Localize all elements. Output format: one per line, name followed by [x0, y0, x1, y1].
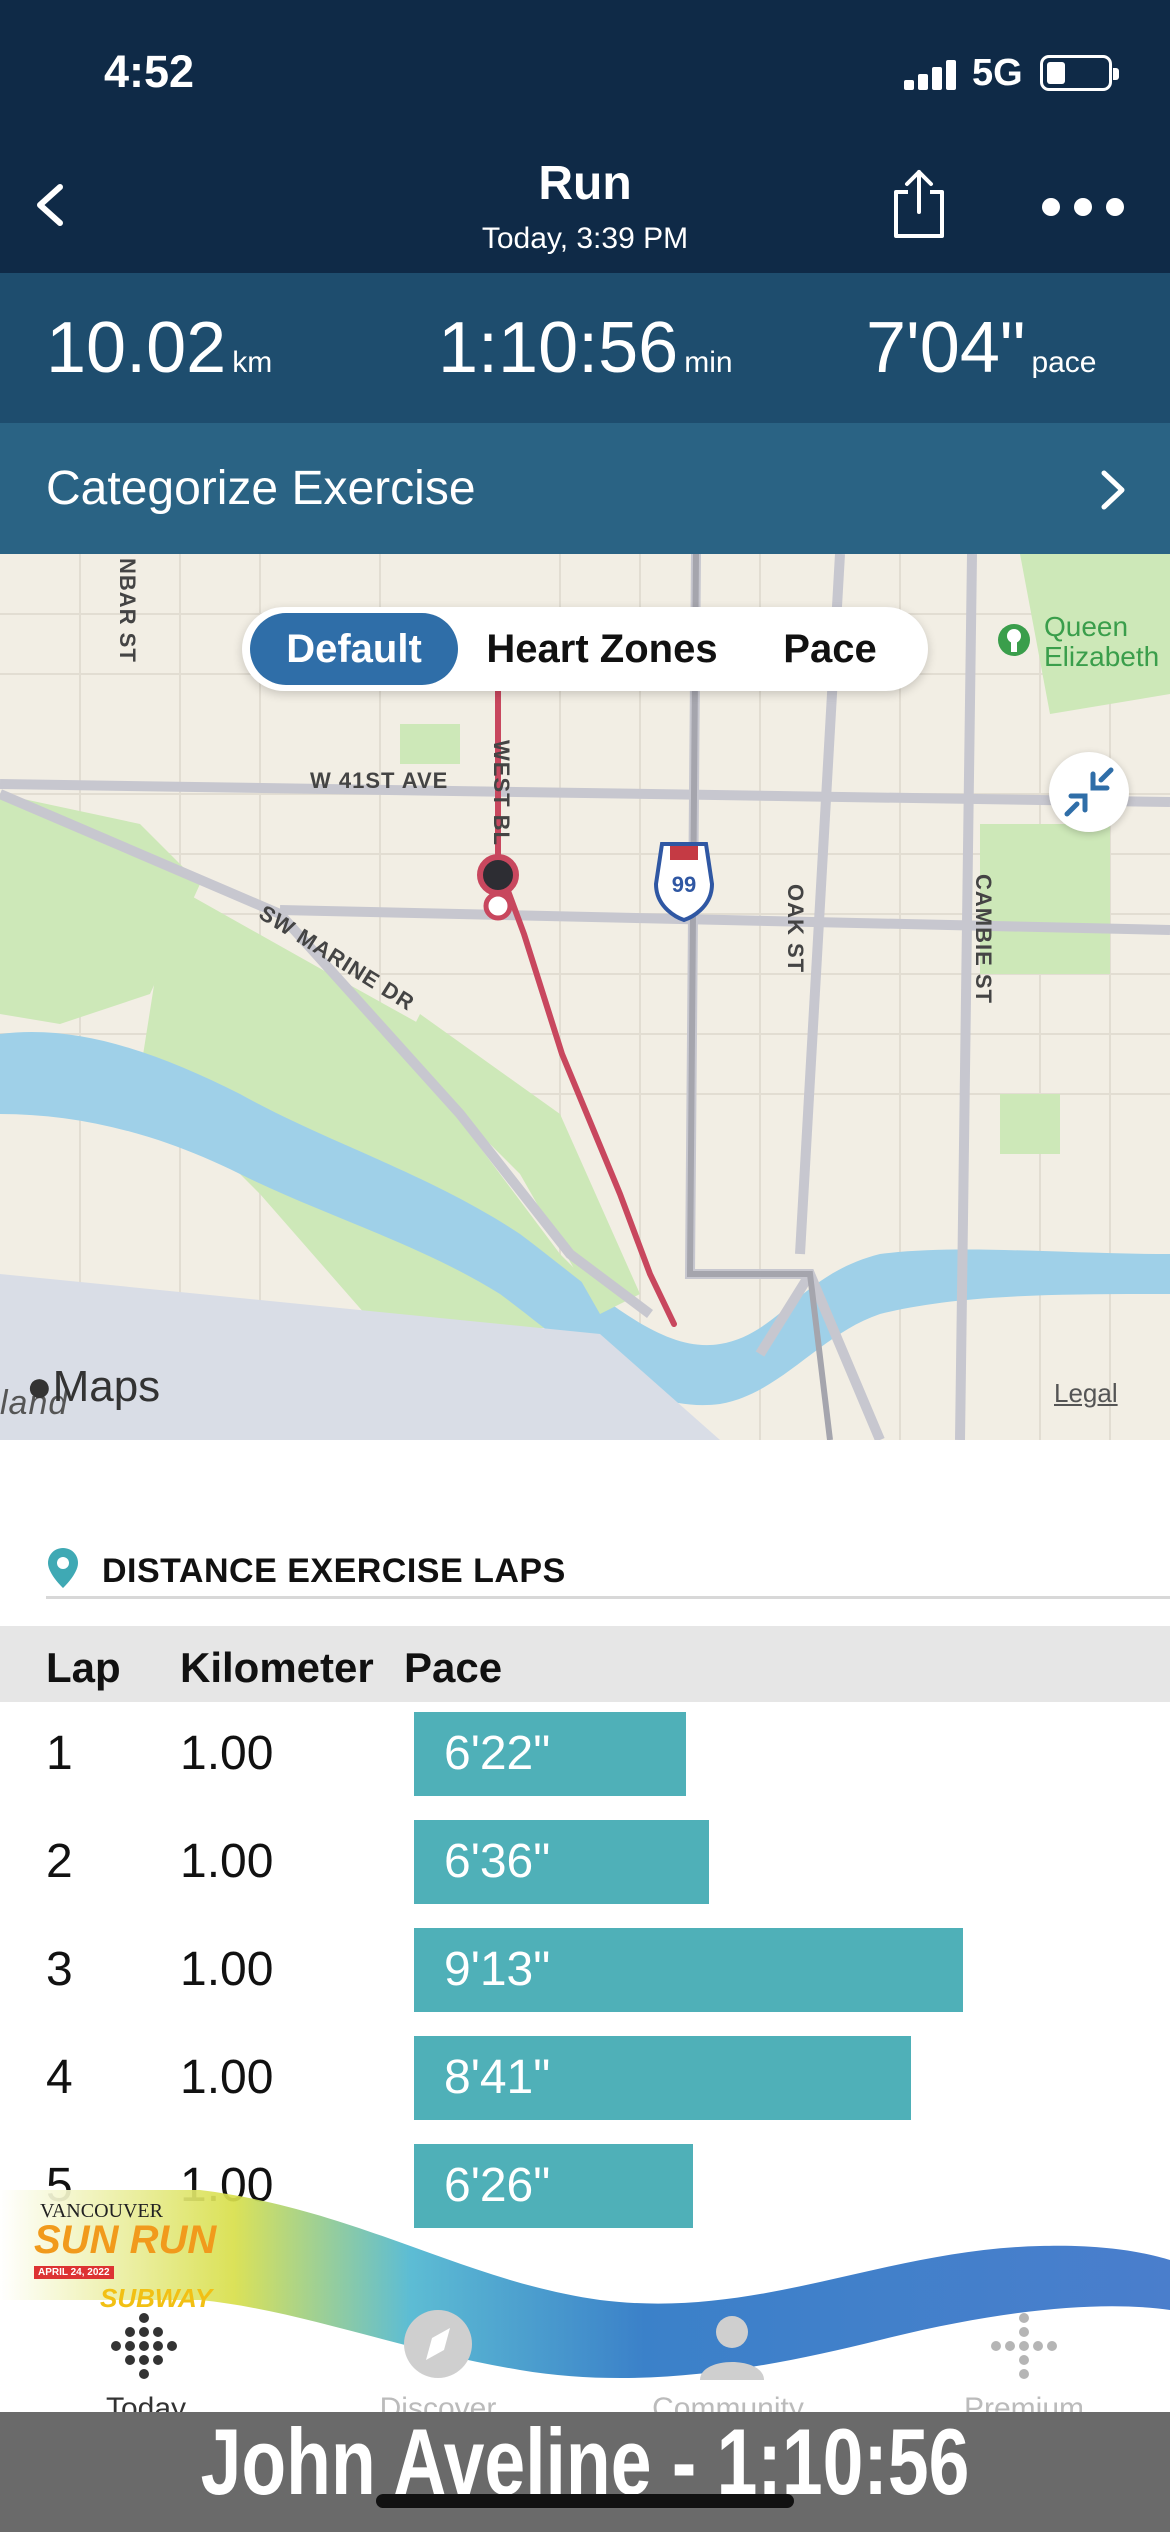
street-label-west-blvd: WEST BL: [489, 740, 514, 846]
lap-row: 3 1.00 9'13": [0, 1918, 1170, 2026]
more-options-icon[interactable]: [1042, 198, 1124, 218]
location-pin-icon: [48, 1548, 78, 1588]
network-type: 5G: [972, 52, 1023, 94]
street-label-oak: OAK ST: [783, 884, 808, 974]
segment-pace[interactable]: Pace: [742, 613, 918, 685]
map-legal-link[interactable]: Legal: [1054, 1378, 1118, 1409]
battery-icon: [1040, 55, 1119, 91]
page-title: Run: [538, 157, 632, 210]
street-label-cambie: CAMBIE ST: [971, 874, 996, 1004]
pace-unit: pace: [1031, 346, 1097, 379]
laps-title: DISTANCE EXERCISE LAPS: [102, 1552, 566, 1590]
sun-run-date: APRIL 24, 2022: [34, 2266, 114, 2279]
col-header-kilometer: Kilometer: [180, 1644, 374, 1691]
status-time: 4:52: [104, 46, 195, 97]
summary-stats: 10.02 km 1:10:56 min 7'04" pace: [0, 273, 1170, 423]
compass-icon: [404, 2310, 472, 2378]
duration-stat: 1:10:56 min: [438, 307, 733, 389]
lap-row: 4 1.00 8'41": [0, 2026, 1170, 2134]
lap-pace-bar: 8'41": [414, 2036, 911, 2120]
apple-logo-icon: ●: [26, 1362, 53, 1411]
lap-row: 2 1.00 6'36": [0, 1810, 1170, 1918]
lap-kilometer: 1.00: [180, 1835, 274, 1888]
street-label-w41: W 41ST AVE: [310, 768, 449, 793]
share-icon[interactable]: [886, 168, 952, 240]
pace-stat: 7'04" pace: [866, 307, 1097, 389]
lap-kilometer: 1.00: [180, 1943, 274, 1996]
lap-number: 1: [46, 1727, 73, 1780]
park-label-line2: Elizabeth: [1044, 641, 1160, 672]
park-label: Queen Elizabeth: [1044, 612, 1159, 672]
duration-unit: min: [684, 346, 733, 379]
lap-pace-bar: 6'36": [414, 1820, 709, 1904]
page-subtitle: Today, 3:39 PM: [481, 222, 689, 255]
laps-divider: [46, 1596, 1170, 1599]
segment-default[interactable]: Default: [250, 613, 458, 685]
laps-section-header: DISTANCE EXERCISE LAPS: [0, 1540, 1170, 1600]
community-icon: [700, 2316, 764, 2380]
categorize-label: Categorize Exercise: [46, 462, 476, 515]
park-label-line1: Queen: [1044, 611, 1129, 642]
lap-number: 4: [46, 2051, 73, 2104]
svg-text:99: 99: [672, 872, 696, 897]
signal-icon: [904, 58, 960, 90]
apple-maps-logo: ●Maps: [26, 1362, 160, 1412]
col-header-pace: Pace: [404, 1644, 503, 1691]
distance-value: 10.02: [46, 308, 227, 388]
maps-brand-text: Maps: [52, 1362, 161, 1411]
categorize-exercise-row[interactable]: Categorize Exercise: [0, 423, 1170, 554]
today-dots-icon: [111, 2313, 177, 2379]
lap-number: 2: [46, 1835, 73, 1888]
segment-heart-zones[interactable]: Heart Zones: [474, 613, 730, 685]
lap-kilometer: 1.00: [180, 1727, 274, 1780]
street-label-nbar: NBAR ST: [115, 558, 140, 663]
status-bar: 4:52 5G: [0, 0, 1170, 140]
premium-dots-icon: [991, 2313, 1057, 2379]
home-indicator: [376, 2494, 794, 2508]
distance-unit: km: [232, 346, 273, 379]
lap-pace-bar: 6'22": [414, 1712, 686, 1796]
collapse-map-button[interactable]: [1049, 752, 1129, 832]
lap-row: 1 1.00 6'22": [0, 1702, 1170, 1810]
sun-run-logo-line2: SUN RUN: [34, 2218, 217, 2262]
highway-shield-icon: 99: [653, 842, 715, 923]
col-header-lap: Lap: [46, 1644, 121, 1691]
duration-value: 1:10:56: [438, 308, 679, 388]
collapse-arrows-icon: [1064, 767, 1114, 817]
subway-logo: SUBWAY: [100, 2283, 213, 2313]
pace-value: 7'04": [866, 308, 1026, 388]
chevron-right-icon: [1101, 470, 1125, 510]
nav-bar: Run Today, 3:39 PM: [0, 140, 1170, 273]
lap-kilometer: 1.00: [180, 2051, 274, 2104]
laps-table-header: Lap Kilometer Pace: [0, 1626, 1170, 1702]
map-mode-segmented-control[interactable]: Default Heart Zones Pace: [242, 607, 928, 691]
distance-stat: 10.02 km: [46, 307, 272, 389]
lap-pace-bar: 9'13": [414, 1928, 963, 2012]
lap-number: 3: [46, 1943, 73, 1996]
